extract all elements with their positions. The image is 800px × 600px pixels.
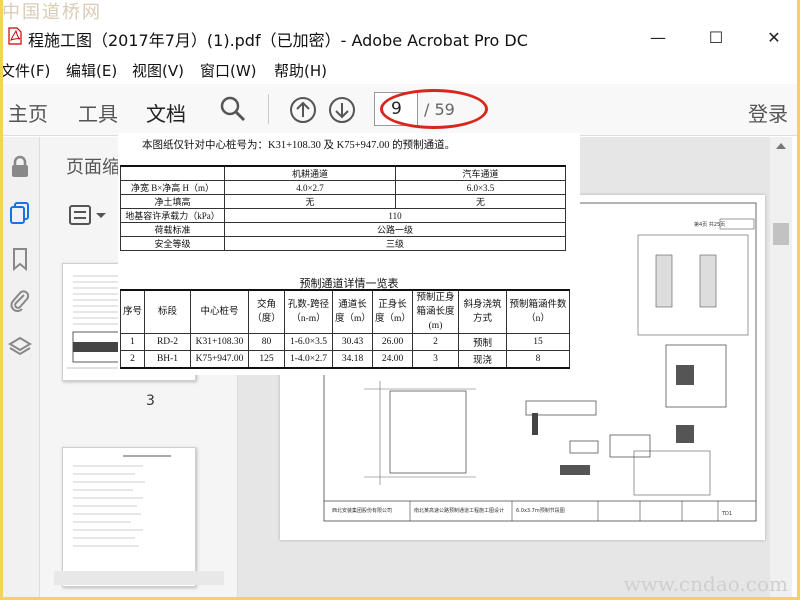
- table-cell: 三级: [224, 236, 566, 251]
- menu-file[interactable]: 文件(F): [0, 60, 50, 81]
- project-name: 南北某高速公路预制通道工程施工图设计: [414, 508, 505, 514]
- table-cell: BH-1: [144, 350, 191, 368]
- table-cell: 预制: [458, 333, 507, 351]
- sheet-number: 第4页 共25页: [694, 222, 726, 228]
- table-cell: K75+947.00: [190, 350, 249, 368]
- layers-icon[interactable]: [8, 335, 32, 359]
- sheet-title: 6.0x3.7m预制节段图: [516, 508, 565, 514]
- bookmark-icon[interactable]: [8, 247, 32, 271]
- active-indicator: [0, 199, 3, 225]
- table-cell: 125: [248, 350, 285, 368]
- close-button[interactable]: ✕: [762, 26, 786, 48]
- company-name: 西北安装集团股份有限公司: [332, 508, 393, 514]
- title-bar: 程施工图（2017年7月）(1).pdf（已加密）- Adobe Acrobat…: [0, 22, 800, 52]
- table-cell: 地基容许承载力（kPa）: [120, 208, 225, 223]
- parameters-table: 机耕通道 汽车通道 净宽 B×净高 H（m） 4.0×2.7 6.0×3.5 净…: [120, 165, 566, 251]
- window-title: 程施工图（2017年7月）(1).pdf（已加密）- Adobe Acrobat…: [28, 31, 528, 50]
- previous-page-icon[interactable]: [289, 96, 317, 124]
- menu-view[interactable]: 视图(V): [132, 60, 184, 81]
- overlay-note: 本图纸仅针对中心桩号为：K31+108.30 及 K75+947.00 的预制通…: [142, 140, 456, 151]
- lock-icon[interactable]: [8, 155, 32, 179]
- table-header: 交角（度）: [248, 289, 285, 334]
- vertical-scrollbar[interactable]: [770, 137, 792, 600]
- table-cell: 荷载标准: [120, 222, 225, 237]
- table-cell: 110: [224, 208, 566, 223]
- table-cell: 4.0×2.7: [224, 180, 396, 195]
- table-cell: 净土填高: [120, 194, 225, 209]
- table-cell: 无: [224, 194, 396, 209]
- table-cell: 无: [395, 194, 566, 209]
- maximize-button[interactable]: ☐: [704, 26, 728, 48]
- page-thumbnail[interactable]: [62, 447, 196, 587]
- minimize-button[interactable]: —: [646, 26, 670, 48]
- table-cell: 1: [120, 333, 145, 351]
- next-page-icon[interactable]: [328, 96, 356, 124]
- thumbnail-options-icon[interactable]: [68, 203, 112, 227]
- table-cell: 30.43: [332, 333, 373, 351]
- scroll-up-icon[interactable]: [775, 141, 787, 151]
- table-overlay: 本图纸仅针对中心桩号为：K31+108.30 及 K75+947.00 的预制通…: [118, 133, 580, 375]
- navigation-rail: [0, 137, 40, 600]
- table-cell: 现浇: [458, 350, 507, 368]
- table-cell: 安全等级: [120, 236, 225, 251]
- table-cell: 26.00: [372, 333, 413, 351]
- table-row: 2 BH-1 K75+947.00 125 1-4.0×2.7 34.18 24…: [120, 350, 570, 368]
- table-cell: 24.00: [372, 350, 413, 368]
- watermark-top: 中国道桥网: [2, 2, 102, 23]
- table-cell: 8: [506, 350, 570, 368]
- table-cell: 2: [120, 350, 145, 368]
- tab-home[interactable]: 主页: [8, 98, 48, 127]
- table-cell: 1-6.0×3.5: [284, 333, 333, 351]
- toolbar-divider: [268, 94, 269, 124]
- table-cell: 80: [248, 333, 285, 351]
- menu-bar: 文件(F) 编辑(E) 视图(V) 窗口(W) 帮助(H): [0, 57, 800, 81]
- table-header: 孔数-跨径（n-m）: [284, 289, 333, 334]
- watermark-bottom: www.cndao.com: [623, 572, 788, 596]
- table-row: 1 RD-2 K31+108.30 80 1-6.0×3.5 30.43 26.…: [120, 333, 570, 351]
- scroll-thumb[interactable]: [773, 223, 789, 245]
- table-cell: 净宽 B×净高 H（m）: [120, 180, 225, 195]
- table-cell: 15: [506, 333, 570, 351]
- search-icon[interactable]: [220, 96, 246, 122]
- table-header: 斜身浇筑方式: [458, 289, 507, 334]
- login-button[interactable]: 登录: [748, 98, 788, 127]
- table-header: 预制正身箱涵长度(m): [412, 289, 459, 334]
- thumbnail-page-label: 3: [146, 393, 155, 409]
- table-header: 通道长度（m）: [332, 289, 373, 334]
- tab-document[interactable]: 文档: [146, 98, 186, 127]
- table-header: 中心桩号: [190, 289, 249, 334]
- highlight-ellipse: [380, 89, 488, 129]
- page-thumbnails-icon[interactable]: [8, 201, 32, 225]
- table-header: 汽车通道: [395, 165, 566, 181]
- table-cell: 6.0×3.5: [395, 180, 566, 195]
- thumbnail-preview: [67, 455, 193, 575]
- table-cell: RD-2: [144, 333, 191, 351]
- table-header: 预制箱涵件数（n）: [506, 289, 570, 334]
- table-header: 正身长度（m）: [372, 289, 413, 334]
- tab-tools[interactable]: 工具: [78, 98, 118, 127]
- pdf-file-icon: [8, 27, 22, 45]
- thumbnail-scrollbar[interactable]: [54, 571, 224, 585]
- table-header: 标段: [144, 289, 191, 334]
- menu-help[interactable]: 帮助(H): [274, 60, 327, 81]
- attachment-icon[interactable]: [8, 289, 32, 313]
- thumbnails-title: 页面缩: [66, 157, 120, 178]
- menu-edit[interactable]: 编辑(E): [66, 60, 117, 81]
- table-cell: K31+108.30: [190, 333, 249, 351]
- table-header: 机耕通道: [224, 165, 396, 181]
- table-cell: 公路一级: [224, 222, 566, 237]
- table-cell: 2: [412, 333, 459, 351]
- prefab-details-table: 序号 标段 中心桩号 交角（度） 孔数-跨径（n-m） 通道长度（m） 正身长度…: [120, 289, 570, 369]
- table-header: 序号: [120, 289, 145, 334]
- table-header: [120, 165, 225, 181]
- table-cell: 3: [412, 350, 459, 368]
- table-cell: 1-4.0×2.7: [284, 350, 333, 368]
- table-cell: 34.18: [332, 350, 373, 368]
- sheet-code: TD1: [722, 511, 733, 517]
- menu-window[interactable]: 窗口(W): [200, 60, 257, 81]
